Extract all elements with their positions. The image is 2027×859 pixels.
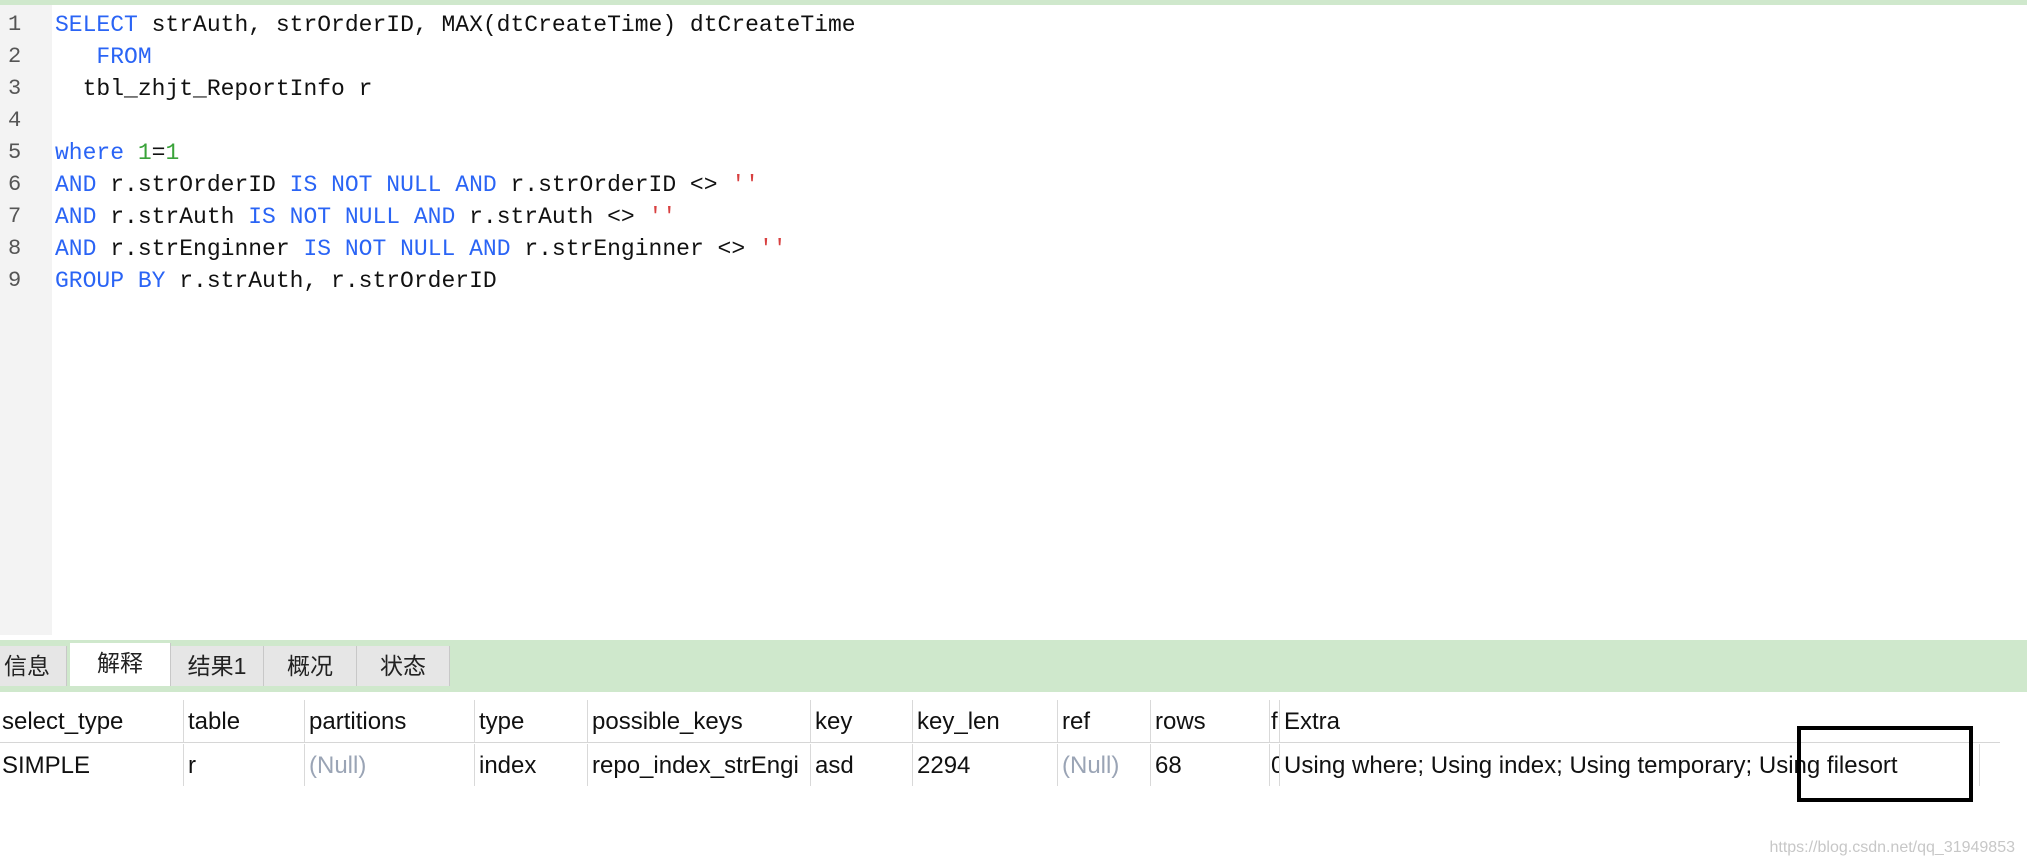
- tab-profile[interactable]: 概况: [264, 646, 357, 686]
- sql-token: r.strAuth <>: [455, 204, 649, 230]
- code-text: AND r.strOrderID IS NOT NULL AND r.strOr…: [55, 169, 759, 201]
- code-text: AND r.strEnginner IS NOT NULL AND r.strE…: [55, 233, 787, 265]
- tab-info[interactable]: 信息: [0, 646, 67, 686]
- sql-token: r.strAuth, r.strOrderID: [165, 268, 497, 294]
- code-line[interactable]: 3 tbl_zhjt_ReportInfo r: [0, 73, 2027, 105]
- sql-token: r.strOrderID: [96, 172, 290, 198]
- sql-keyword: IS NOT NULL AND: [303, 236, 511, 262]
- header-rows[interactable]: rows: [1151, 700, 1270, 742]
- cell-filtered: 0: [1270, 744, 1280, 786]
- header-partitions[interactable]: partitions: [305, 700, 475, 742]
- cell-ref: (Null): [1058, 744, 1151, 786]
- sql-keyword: SELECT: [55, 12, 138, 38]
- code-text: AND r.strAuth IS NOT NULL AND r.strAuth …: [55, 201, 676, 233]
- line-number: 7: [8, 204, 22, 229]
- sql-keyword: where: [55, 140, 125, 166]
- header-key-len[interactable]: key_len: [913, 700, 1058, 742]
- line-number: 9: [8, 268, 22, 293]
- header-possible-keys[interactable]: possible_keys: [588, 700, 811, 742]
- line-number: 2: [8, 44, 22, 69]
- sql-token: r.strOrderID <>: [496, 172, 732, 198]
- code-line[interactable]: 1 SELECT strAuth, strOrderID, MAX(dtCreat…: [0, 9, 2027, 41]
- line-number: 3: [8, 76, 22, 101]
- explain-result-grid: select_type table partitions type possib…: [0, 700, 2027, 800]
- sql-editor[interactable]: 1 SELECT strAuth, strOrderID, MAX(dtCreat…: [0, 5, 2027, 635]
- sql-keyword: AND: [55, 204, 97, 230]
- cell-rows: 68: [1151, 744, 1270, 786]
- sql-keyword: GROUP BY: [55, 268, 166, 294]
- cell-table: r: [184, 744, 305, 786]
- result-tab-bar: 信息 解释 结果1 概况 状态: [0, 640, 2027, 692]
- header-ref[interactable]: ref: [1058, 700, 1151, 742]
- sql-string: '': [648, 204, 677, 230]
- cell-type: index: [475, 744, 588, 786]
- cell-key-len: 2294: [913, 744, 1058, 786]
- sql-keyword: FROM: [96, 44, 152, 70]
- sql-token: =: [151, 140, 166, 166]
- watermark: https://blog.csdn.net/qq_31949853: [1769, 839, 2015, 856]
- sql-token: r.strEnginner <>: [510, 236, 759, 262]
- sql-keyword: IS NOT NULL AND: [289, 172, 497, 198]
- code-text: GROUP BY r.strAuth, r.strOrderID: [55, 265, 497, 297]
- cell-partitions: (Null): [305, 744, 475, 786]
- tab-result1[interactable]: 结果1: [171, 646, 264, 686]
- line-number: 8: [8, 236, 22, 261]
- sql-token: tbl_zhjt_ReportInfo r: [55, 76, 373, 102]
- sql-keyword: AND: [55, 236, 97, 262]
- sql-string: '': [731, 172, 759, 198]
- code-line[interactable]: 6 AND r.strOrderID IS NOT NULL AND r.strO…: [0, 169, 2027, 201]
- code-line[interactable]: 7 AND r.strAuth IS NOT NULL AND r.strAuth…: [0, 201, 2027, 233]
- sql-keyword: AND: [55, 172, 97, 198]
- code-line[interactable]: 8 AND r.strEnginner IS NOT NULL AND r.str…: [0, 233, 2027, 265]
- code-line[interactable]: 2 FROM: [0, 41, 2027, 73]
- cell-possible-keys: repo_index_strEngi: [588, 744, 811, 786]
- code-text: tbl_zhjt_ReportInfo r: [55, 73, 373, 105]
- header-type[interactable]: type: [475, 700, 588, 742]
- cell-select-type: SIMPLE: [0, 744, 184, 786]
- sql-token: strAuth, strOrderID, MAX(dtCreateTime) d…: [137, 12, 856, 38]
- code-line[interactable]: 4: [0, 105, 2027, 137]
- code-text: FROM: [55, 41, 152, 73]
- header-key[interactable]: key: [811, 700, 913, 742]
- grid-header-row: select_type table partitions type possib…: [0, 700, 2000, 743]
- tab-explain[interactable]: 解释: [70, 643, 171, 686]
- sql-token: r.strEnginner: [96, 236, 304, 262]
- header-table[interactable]: table: [184, 700, 305, 742]
- filesort-highlight-box: [1797, 726, 1973, 802]
- header-filtered[interactable]: f: [1270, 700, 1280, 742]
- code-text: where 1=1: [55, 137, 179, 169]
- code-text: SELECT strAuth, strOrderID, MAX(dtCreate…: [55, 9, 856, 41]
- line-number: 6: [8, 172, 22, 197]
- sql-token: r.strAuth: [96, 204, 249, 230]
- code-line[interactable]: 9 GROUP BY r.strAuth, r.strOrderID: [0, 265, 2027, 297]
- cell-key: asd: [811, 744, 913, 786]
- tab-status[interactable]: 状态: [357, 646, 450, 686]
- sql-keyword: IS NOT NULL AND: [248, 204, 456, 230]
- line-number: 1: [8, 12, 22, 37]
- code-line[interactable]: 5 where 1=1: [0, 137, 2027, 169]
- line-number: 4: [8, 108, 22, 133]
- table-row[interactable]: SIMPLE r (Null) index repo_index_strEngi…: [0, 744, 2000, 786]
- line-number: 5: [8, 140, 22, 165]
- sql-number: 1: [137, 140, 152, 166]
- header-select-type[interactable]: select_type: [0, 700, 184, 742]
- sql-string: '': [758, 236, 787, 262]
- sql-number: 1: [165, 140, 180, 166]
